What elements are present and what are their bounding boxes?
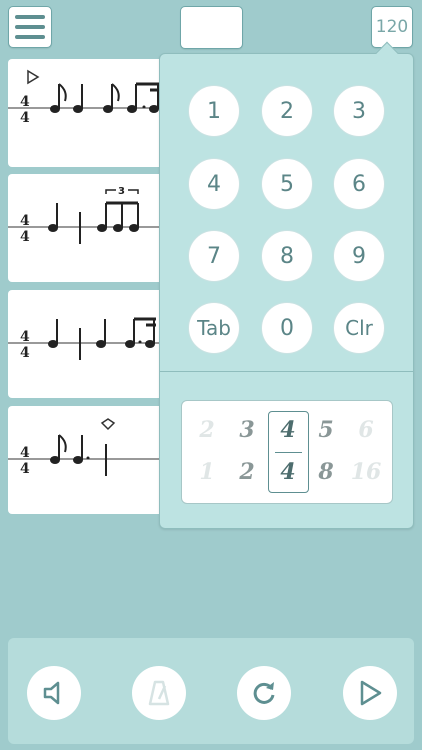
ts-numerator: 2 — [199, 417, 215, 443]
loop-icon — [253, 682, 275, 704]
keypad-divider — [160, 371, 413, 372]
key-5[interactable]: 5 — [261, 158, 313, 210]
ts-numerator: 4 — [280, 417, 296, 443]
menu-button[interactable] — [8, 6, 52, 48]
number-keypad-popover: 1 2 3 4 5 6 7 8 9 Tab 0 Clr 2 1 3 2 4 4 … — [159, 41, 414, 529]
key-9[interactable]: 9 — [333, 230, 385, 282]
key-3[interactable]: 3 — [333, 85, 385, 137]
time-sig-bottom: 4 — [20, 110, 30, 126]
accent-marker-icon — [27, 69, 40, 85]
metronome-button[interactable] — [132, 666, 186, 720]
play-icon — [360, 680, 382, 706]
time-sig-bottom: 4 — [20, 461, 30, 477]
ts-denominator: 1 — [199, 459, 215, 485]
time-sig-bottom: 4 — [20, 345, 30, 361]
key-tab[interactable]: Tab — [188, 302, 240, 354]
accent-marker-icon — [100, 418, 116, 431]
ts-column-5[interactable]: 6 16 — [347, 401, 385, 505]
ts-numerator: 3 — [239, 417, 255, 443]
key-1[interactable]: 1 — [188, 85, 240, 137]
time-sig-top: 4 — [20, 445, 30, 461]
mute-button[interactable] — [27, 666, 81, 720]
ts-column-2[interactable]: 3 2 — [228, 401, 266, 505]
time-sig-top: 4 — [20, 329, 30, 345]
tempo-label: 120 — [375, 17, 409, 37]
playback-control-bar — [8, 638, 414, 744]
time-sig-top: 4 — [20, 94, 30, 110]
blank-toolbar-button[interactable] — [180, 6, 243, 49]
ts-numerator: 5 — [318, 417, 334, 443]
key-4[interactable]: 4 — [188, 158, 240, 210]
time-sig-bottom: 4 — [20, 229, 30, 245]
key-6[interactable]: 6 — [333, 158, 385, 210]
key-2[interactable]: 2 — [261, 85, 313, 137]
menu-icon — [15, 15, 45, 19]
metronome-icon — [148, 680, 170, 706]
ts-numerator: 6 — [358, 417, 374, 443]
key-clear[interactable]: Clr — [333, 302, 385, 354]
loop-button[interactable] — [237, 666, 291, 720]
ts-column-4[interactable]: 5 8 — [307, 401, 345, 505]
ts-denominator: 2 — [239, 459, 255, 485]
tempo-button[interactable]: 120 — [371, 6, 413, 48]
key-7[interactable]: 7 — [188, 230, 240, 282]
time-sig-top: 4 — [20, 213, 30, 229]
play-button[interactable] — [343, 666, 397, 720]
speaker-icon — [43, 681, 60, 705]
ts-denominator: 16 — [350, 459, 382, 485]
ts-denominator: 8 — [318, 459, 334, 485]
time-signature-picker[interactable]: 2 1 3 2 4 4 5 8 6 16 — [181, 400, 393, 504]
key-0[interactable]: 0 — [261, 302, 313, 354]
tuplet-label: 3 — [118, 186, 125, 197]
ts-denominator: 4 — [280, 459, 296, 485]
ts-column-3-selected[interactable]: 4 4 — [269, 401, 307, 505]
ts-column-1[interactable]: 2 1 — [188, 401, 226, 505]
key-8[interactable]: 8 — [261, 230, 313, 282]
